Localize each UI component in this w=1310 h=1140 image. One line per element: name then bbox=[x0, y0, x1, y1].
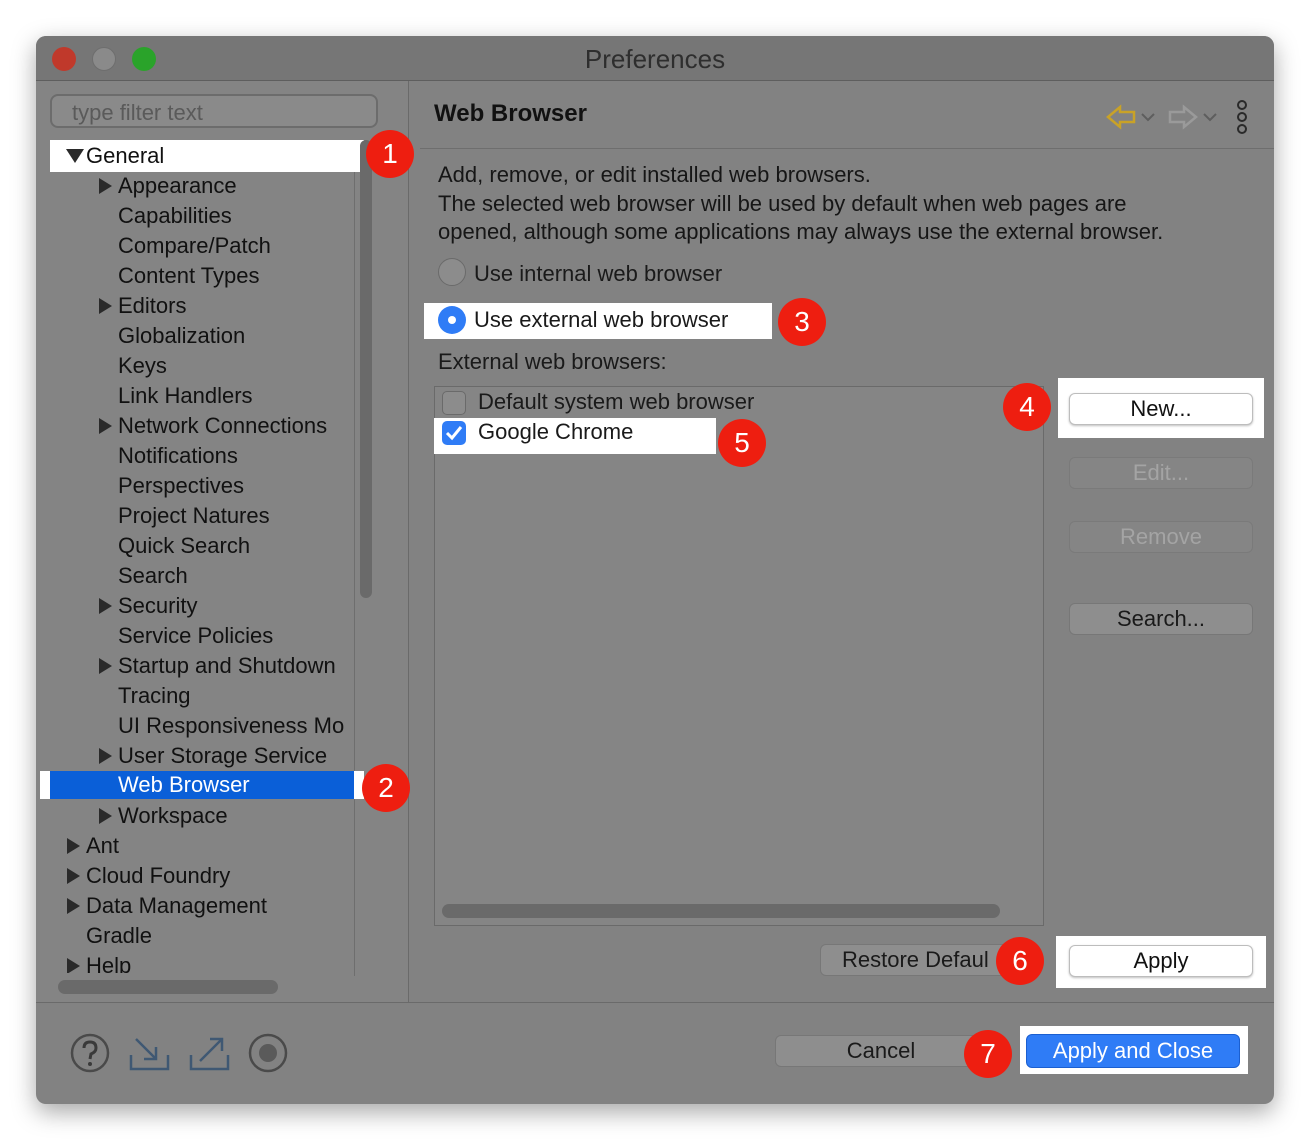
tree-horizontal-scrollbar[interactable] bbox=[58, 980, 278, 994]
selection-marker-left bbox=[40, 771, 50, 799]
tree-item-user-storage[interactable]: User Storage Service bbox=[118, 741, 327, 771]
browser-list bbox=[434, 386, 1044, 926]
tree-item-search[interactable]: Search bbox=[118, 561, 188, 591]
radio-dot bbox=[448, 316, 456, 324]
annotation-badge-4: 4 bbox=[1003, 383, 1051, 431]
tree-item-ui-responsiveness[interactable]: UI Responsiveness Mo bbox=[118, 711, 354, 741]
annotation-badge-7: 7 bbox=[964, 1030, 1012, 1078]
expand-arrow-icon[interactable] bbox=[99, 748, 112, 764]
tree-item-help[interactable]: Help bbox=[86, 951, 131, 973]
checkbox-default-browser[interactable] bbox=[442, 391, 466, 415]
expand-arrow-icon[interactable] bbox=[99, 598, 112, 614]
tree-item-tracing[interactable]: Tracing bbox=[118, 681, 191, 711]
annotation-badge-5: 5 bbox=[718, 419, 766, 467]
view-menu-icon[interactable] bbox=[1234, 100, 1250, 134]
tree-item-keys[interactable]: Keys bbox=[118, 351, 167, 381]
forward-arrow-icon[interactable] bbox=[1166, 104, 1218, 130]
checkbox-google-chrome[interactable] bbox=[442, 421, 466, 445]
expand-arrow-icon[interactable] bbox=[99, 658, 112, 674]
annotation-badge-2: 2 bbox=[362, 764, 410, 812]
new-button[interactable]: New... bbox=[1069, 393, 1253, 425]
footer-separator bbox=[36, 1002, 1274, 1003]
radio-internal[interactable] bbox=[438, 258, 466, 286]
tree-vertical-scrollbar[interactable] bbox=[360, 140, 372, 598]
annotation-badge-3: 3 bbox=[778, 298, 826, 346]
tree-clip: Help bbox=[50, 951, 354, 973]
tree-item-web-browser[interactable]: Web Browser bbox=[118, 770, 250, 800]
search-button[interactable]: Search... bbox=[1069, 603, 1253, 635]
radio-external[interactable] bbox=[438, 306, 466, 334]
tree-item-perspectives[interactable]: Perspectives bbox=[118, 471, 244, 501]
filter-input[interactable]: type filter text bbox=[50, 94, 378, 128]
browser-item-google-chrome[interactable]: Google Chrome bbox=[478, 419, 633, 445]
tree-item-workspace[interactable]: Workspace bbox=[118, 801, 228, 831]
header-separator bbox=[420, 148, 1274, 149]
list-horizontal-scrollbar[interactable] bbox=[442, 904, 1000, 918]
expand-arrow-icon[interactable] bbox=[67, 868, 80, 884]
annotation-badge-6: 6 bbox=[996, 937, 1044, 985]
browser-item-default[interactable]: Default system web browser bbox=[478, 389, 754, 415]
tree-item-compare-patch[interactable]: Compare/Patch bbox=[118, 231, 271, 261]
tree-item-quick-search[interactable]: Quick Search bbox=[118, 531, 250, 561]
tree-item-project-natures[interactable]: Project Natures bbox=[118, 501, 270, 531]
page-title: Web Browser bbox=[434, 100, 587, 127]
apply-button[interactable]: Apply bbox=[1069, 945, 1253, 977]
help-icon[interactable] bbox=[70, 1033, 110, 1073]
restore-defaults-button[interactable]: Restore Defaul bbox=[820, 944, 1020, 976]
expand-arrow-icon[interactable] bbox=[99, 808, 112, 824]
preferences-window: Preferences type filter text General App… bbox=[36, 36, 1274, 1104]
tree-item-appearance[interactable]: Appearance bbox=[118, 171, 237, 201]
tree-item-security[interactable]: Security bbox=[118, 591, 197, 621]
remove-button[interactable]: Remove bbox=[1069, 521, 1253, 553]
tree-item-ant[interactable]: Ant bbox=[86, 831, 119, 861]
tree-item-capabilities[interactable]: Capabilities bbox=[118, 201, 232, 231]
export-icon[interactable] bbox=[188, 1033, 232, 1073]
expand-arrow-icon[interactable] bbox=[99, 298, 112, 314]
title-bar: Preferences bbox=[36, 36, 1274, 81]
radio-external-label[interactable]: Use external web browser bbox=[474, 307, 728, 333]
tree-item-notifications[interactable]: Notifications bbox=[118, 441, 238, 471]
tree-item-gradle[interactable]: Gradle bbox=[86, 921, 152, 951]
back-arrow-icon[interactable] bbox=[1106, 104, 1158, 130]
description-line-3: opened, although some applications may a… bbox=[438, 219, 1164, 244]
panel-divider[interactable] bbox=[408, 81, 409, 1002]
radio-internal-label[interactable]: Use internal web browser bbox=[474, 261, 722, 287]
expand-arrow-down-icon[interactable] bbox=[66, 149, 84, 163]
description-line-2: The selected web browser will be used by… bbox=[438, 191, 1127, 216]
cancel-button[interactable]: Cancel bbox=[775, 1035, 987, 1067]
expand-arrow-icon[interactable] bbox=[99, 418, 112, 434]
checkmark-icon bbox=[445, 426, 463, 441]
restore-defaults-label: Restore Defaul bbox=[842, 947, 989, 972]
description-line-1: Add, remove, or edit installed web brows… bbox=[438, 162, 871, 187]
expand-arrow-icon[interactable] bbox=[67, 958, 80, 973]
expand-arrow-icon[interactable] bbox=[99, 178, 112, 194]
tree-item-service-policies[interactable]: Service Policies bbox=[118, 621, 273, 651]
tree-item-link-handlers[interactable]: Link Handlers bbox=[118, 381, 253, 411]
edit-button[interactable]: Edit... bbox=[1069, 457, 1253, 489]
tree-item-globalization[interactable]: Globalization bbox=[118, 321, 245, 351]
tree-item-data-management[interactable]: Data Management bbox=[86, 891, 267, 921]
window-title: Preferences bbox=[584, 44, 726, 74]
tree-item-startup-shutdown[interactable]: Startup and Shutdown bbox=[118, 651, 336, 681]
expand-arrow-icon[interactable] bbox=[67, 838, 80, 854]
list-label: External web browsers: bbox=[438, 349, 667, 374]
import-icon[interactable] bbox=[128, 1033, 172, 1073]
tree-item-cloud-foundry[interactable]: Cloud Foundry bbox=[86, 861, 230, 891]
tree-item-network-connections[interactable]: Network Connections bbox=[118, 411, 327, 441]
record-icon[interactable] bbox=[248, 1033, 288, 1073]
apply-and-close-button[interactable]: Apply and Close bbox=[1026, 1034, 1240, 1068]
tree-item-general[interactable]: General bbox=[86, 141, 164, 171]
tree-item-editors[interactable]: Editors bbox=[118, 291, 186, 321]
tree-item-content-types[interactable]: Content Types bbox=[118, 261, 259, 291]
annotation-badge-1: 1 bbox=[366, 130, 414, 178]
expand-arrow-icon[interactable] bbox=[67, 898, 80, 914]
